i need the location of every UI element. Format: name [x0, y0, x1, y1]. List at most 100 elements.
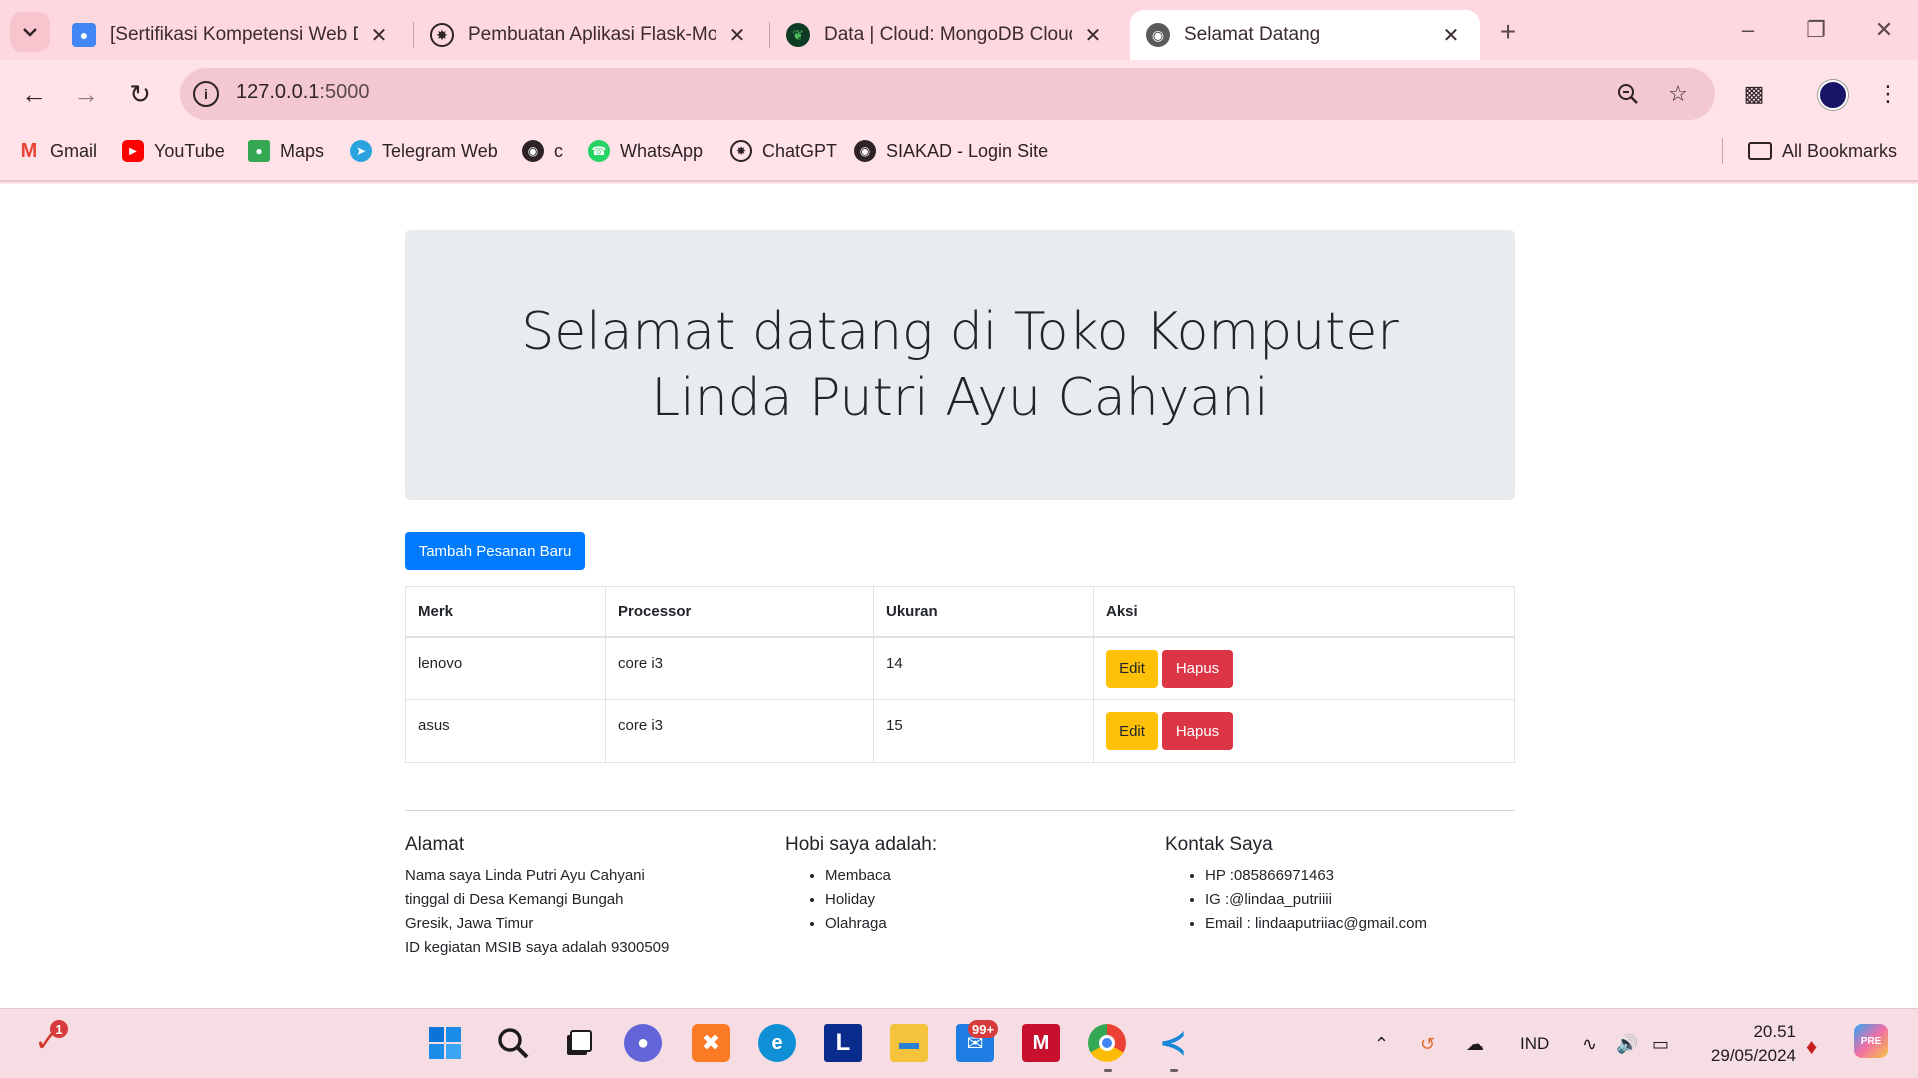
task-view-icon[interactable] — [560, 1024, 598, 1062]
back-button[interactable]: ← — [16, 76, 52, 112]
running-indicator — [1104, 1069, 1112, 1072]
site-info-icon[interactable]: i — [193, 81, 219, 107]
gmail-icon: M — [20, 139, 38, 162]
contact-list: HP :085866971463 IG :@lindaa_putriiii Em… — [1165, 864, 1525, 936]
address-line: Gresik, Jawa Timur — [405, 915, 534, 932]
system-clock[interactable]: 20.51 29/05/2024 — [1711, 1020, 1796, 1068]
column-header-merk: Merk — [405, 586, 606, 638]
show-hidden-icons-chevron-icon[interactable]: ⌃ — [1374, 1034, 1389, 1055]
edit-button[interactable]: Edit — [1106, 649, 1158, 688]
search-icon[interactable] — [494, 1024, 532, 1062]
wifi-icon[interactable]: ∿ — [1582, 1034, 1597, 1055]
add-order-button[interactable]: Tambah Pesanan Baru — [405, 532, 585, 570]
cloud-offline-icon[interactable]: ☁ — [1466, 1034, 1484, 1055]
list-item: Holiday — [825, 888, 1145, 912]
bookmark-label: SIAKAD - Login Site — [886, 140, 1049, 161]
list-item: Membaca — [825, 864, 1145, 888]
url-port: :5000 — [319, 81, 370, 103]
avatar[interactable] — [1818, 80, 1848, 110]
address-bar[interactable] — [180, 68, 1715, 120]
language-indicator[interactable]: IND — [1520, 1034, 1549, 1054]
footer-contact: Kontak Saya HP :085866971463 IG :@lindaa… — [1165, 832, 1525, 936]
tab-flask-mongo[interactable]: ✸ Pembuatan Aplikasi Flask-Mong ✕ — [414, 10, 766, 60]
tab-search-button[interactable] — [10, 12, 50, 52]
list-item: HP :085866971463 — [1205, 864, 1525, 888]
maps-icon: ● — [248, 140, 270, 162]
tab-title: Selamat Datang — [1184, 24, 1321, 45]
cell-merk: asus — [405, 699, 606, 763]
mail-badge: 99+ — [968, 1020, 999, 1038]
page-title: Selamat datang di Toko Komputer Linda Pu… — [521, 302, 1399, 428]
delete-button[interactable]: Hapus — [1162, 712, 1233, 750]
reload-button[interactable]: ↻ — [122, 76, 158, 112]
close-icon[interactable]: ✕ — [368, 24, 390, 47]
youtube-icon: ▶ — [122, 140, 144, 162]
tab-title: Data | Cloud: MongoDB Cloud — [824, 24, 1072, 45]
bookmark-telegram[interactable]: ➤ Telegram Web — [350, 136, 498, 166]
clock-date: 29/05/2024 — [1710, 1046, 1796, 1065]
chrome-border — [0, 180, 1918, 182]
bookmark-label: c — [554, 140, 563, 161]
file-explorer-icon[interactable]: ▬ — [890, 1024, 928, 1062]
bookmark-whatsapp[interactable]: ☎ WhatsApp — [588, 136, 703, 166]
restore-button[interactable]: ❐ — [1794, 10, 1838, 50]
globe-icon: ◉ — [854, 140, 876, 162]
menu-kebab-icon[interactable]: ⋮ — [1874, 80, 1902, 108]
all-bookmarks-button[interactable]: All Bookmarks — [1748, 136, 1897, 166]
tab-title: [Sertifikasi Kompetensi Web De — [110, 24, 358, 45]
url-host: 127.0.0.1 — [236, 81, 320, 103]
bookmark-gmail[interactable]: M Gmail — [18, 136, 97, 166]
chat-app-icon[interactable]: ● — [624, 1024, 662, 1062]
close-window-button[interactable]: ✕ — [1862, 10, 1906, 50]
column-header-ukuran: Ukuran — [873, 586, 1094, 638]
zoom-icon[interactable] — [1614, 80, 1642, 108]
delete-button[interactable]: Hapus — [1162, 649, 1233, 688]
xampp-icon[interactable]: ✖ — [692, 1024, 730, 1062]
tab-mongodb[interactable]: ❦ Data | Cloud: MongoDB Cloud ✕ — [770, 10, 1122, 60]
windows-start-icon[interactable] — [426, 1024, 464, 1062]
bookmark-maps[interactable]: ● Maps — [248, 136, 324, 166]
url-text[interactable]: 127.0.0.1:5000 — [236, 81, 369, 104]
chrome-center-icon — [1099, 1035, 1115, 1051]
bookmark-label: WhatsApp — [620, 140, 704, 161]
close-icon[interactable]: ✕ — [1082, 24, 1104, 47]
table-row: asus core i3 15 Edit Hapus — [405, 699, 1515, 763]
address-line: ID kegiatan MSIB saya adalah 9300509 — [405, 939, 670, 956]
tab-title: Pembuatan Aplikasi Flask-Mong — [468, 24, 716, 45]
edge-browser-icon[interactable]: e — [758, 1024, 796, 1062]
bookmark-siakad[interactable]: ◉ SIAKAD - Login Site — [854, 136, 1048, 166]
notification-bell-icon[interactable]: ♦ — [1806, 1034, 1817, 1060]
bookmark-chatgpt[interactable]: ✸ ChatGPT — [730, 136, 837, 166]
bookmark-youtube[interactable]: ▶ YouTube — [122, 136, 225, 166]
bookmark-c[interactable]: ◉ c — [522, 136, 563, 166]
edit-button[interactable]: Edit — [1106, 712, 1158, 750]
copilot-icon[interactable]: PRE — [1854, 1024, 1888, 1058]
hobby-list: Membaca Holiday Olahraga — [785, 864, 1145, 936]
column-header-processor: Processor — [605, 586, 874, 638]
classroom-icon: ● — [72, 23, 96, 47]
list-item: IG :@lindaa_putriiii — [1205, 888, 1525, 912]
list-item: Olahraga — [825, 912, 1145, 936]
footer-address: Alamat Nama saya Linda Putri Ayu Cahyani… — [405, 832, 765, 960]
running-indicator — [1170, 1069, 1178, 1072]
cell-processor: core i3 — [605, 699, 874, 763]
sync-icon[interactable]: ↺ — [1420, 1034, 1435, 1055]
battery-icon[interactable]: ▭ — [1652, 1034, 1669, 1055]
new-tab-button[interactable]: + — [1490, 14, 1526, 50]
close-icon[interactable]: ✕ — [726, 24, 748, 47]
bookmark-label: All Bookmarks — [1782, 140, 1898, 161]
forward-button[interactable]: → — [68, 76, 104, 112]
close-icon[interactable]: ✕ — [1440, 24, 1462, 47]
tab-selamat-datang[interactable]: ◉ Selamat Datang ✕ — [1130, 10, 1480, 60]
telegram-icon: ➤ — [350, 140, 372, 162]
tab-sertifikasi[interactable]: ● [Sertifikasi Kompetensi Web De ✕ — [56, 10, 408, 60]
l-app-icon[interactable]: L — [824, 1024, 862, 1062]
extensions-icon[interactable]: ▩ — [1740, 80, 1768, 108]
mcafee-icon[interactable]: M — [1022, 1024, 1060, 1062]
bookmark-star-icon[interactable]: ☆ — [1664, 80, 1692, 108]
chrome-icon[interactable] — [1088, 1024, 1126, 1062]
footer-divider — [405, 810, 1515, 811]
volume-icon[interactable]: 🔊 — [1616, 1034, 1638, 1055]
minimize-button[interactable]: – — [1726, 10, 1770, 50]
vscode-icon[interactable]: ≺ — [1154, 1024, 1192, 1062]
